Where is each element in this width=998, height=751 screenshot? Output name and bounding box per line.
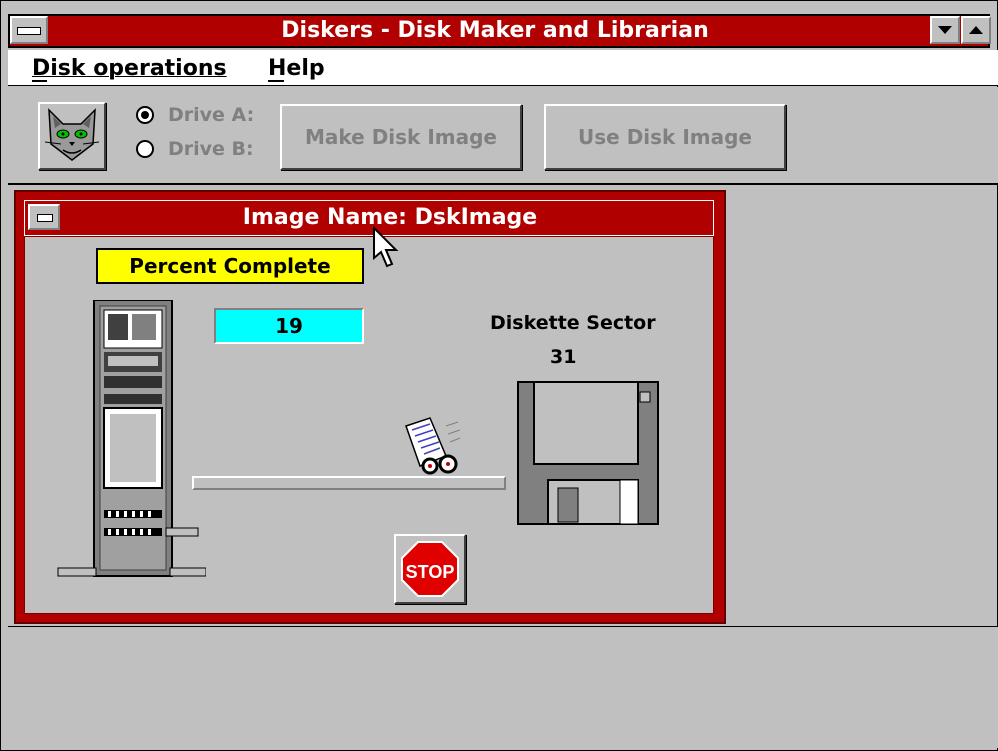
diskette-sector-label: Diskette Sector [490, 312, 656, 334]
stop-button[interactable]: STOP [394, 534, 466, 604]
child-system-menu-icon [37, 214, 53, 222]
make-disk-image-button[interactable]: Make Disk Image [280, 104, 522, 170]
cat-icon [44, 108, 100, 161]
drive-b-label: Drive B: [168, 138, 254, 160]
use-disk-image-button[interactable]: Use Disk Image [544, 104, 786, 170]
percent-complete-label: Percent Complete [96, 248, 364, 284]
window-title: Diskers - Disk Maker and Librarian [281, 18, 709, 43]
cat-button[interactable] [38, 102, 106, 170]
menu-help[interactable]: Help [268, 55, 325, 83]
progress-track [192, 476, 506, 490]
menu-disk-accel-underline [32, 80, 47, 82]
make-disk-image-label: Make Disk Image [305, 125, 497, 149]
drive-a-label: Drive A: [168, 104, 255, 126]
stop-sign-icon: STOP [401, 541, 459, 597]
child-system-menu-button[interactable] [28, 204, 60, 230]
tower-computer-icon [57, 300, 206, 577]
drive-a-radio[interactable] [136, 106, 154, 124]
system-menu-button[interactable] [10, 16, 48, 44]
maximize-arrow-icon [969, 26, 983, 34]
maximize-button[interactable] [961, 16, 991, 44]
minimize-button[interactable] [930, 16, 960, 44]
menu-disk-operations[interactable]: Disk operations [32, 55, 227, 83]
system-menu-icon [17, 27, 41, 35]
menu-disk-operations-label: Disk operations [32, 56, 227, 81]
mouse-pointer-icon [373, 226, 399, 268]
minimize-arrow-icon [938, 26, 952, 34]
document-cart-icon [405, 417, 461, 475]
menu-help-label: Help [268, 56, 325, 81]
drive-b-radio[interactable] [136, 140, 154, 158]
menu-help-accel-underline [268, 80, 284, 82]
radio-selected-dot [141, 111, 149, 119]
floppy-disk-icon [517, 381, 659, 525]
diskette-sector-value: 31 [550, 346, 577, 368]
stop-label: STOP [406, 562, 455, 582]
use-disk-image-label: Use Disk Image [578, 125, 752, 149]
percent-complete-value: 19 [214, 308, 364, 344]
mdi-client-area [8, 626, 998, 748]
